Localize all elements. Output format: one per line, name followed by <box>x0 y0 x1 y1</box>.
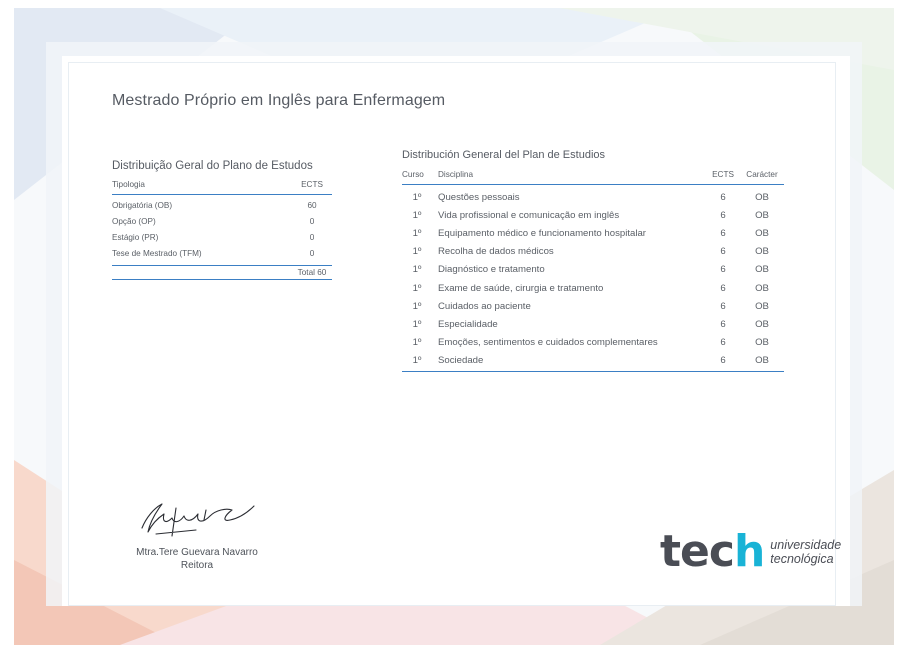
row-disciplina: Questões pessoais <box>438 191 520 203</box>
row-disciplina: Sociedade <box>438 355 484 367</box>
header-ects: ECTS <box>712 170 734 179</box>
row-ects: 6 <box>720 264 726 276</box>
table-row: 1º Equipamento médico e funcionamento hos… <box>402 224 784 242</box>
row-ects: 6 <box>720 227 726 239</box>
row-disciplina: Cuidados ao paciente <box>438 300 531 312</box>
logo-wordmark: tech <box>660 530 765 574</box>
summary-table-title: Distribuição Geral do Plano de Estudos <box>112 160 313 172</box>
row-ects: 6 <box>720 355 726 367</box>
table-row: Tese de Mestrado (TFM) 0 <box>112 245 332 261</box>
row-caracter: OB <box>755 227 769 239</box>
row-ects: 6 <box>720 318 726 330</box>
signer-role: Reitora <box>180 560 214 571</box>
header-tipologia: Tipologia <box>112 180 145 189</box>
summary-total: Total 60 <box>112 265 332 280</box>
table-row: 1º Diagnóstico e tratamento 6 OB <box>402 261 784 279</box>
signer-name: Mtra.Tere Guevara Navarro <box>136 547 258 558</box>
subjects-table: Curso Disciplina ECTS Carácter 1º Questõe… <box>402 170 784 372</box>
row-curso: 1º <box>412 300 422 312</box>
row-caracter: OB <box>755 282 769 294</box>
row-type: Obrigatória (OB) <box>112 200 173 210</box>
row-disciplina: Recolha de dados médicos <box>438 246 554 258</box>
row-disciplina: Exame de saúde, cirurgia e tratamento <box>438 282 604 294</box>
signer-block: Mtra.Tere Guevara Navarro Reitora <box>112 546 282 572</box>
logo-tag-line1: universidade <box>770 538 842 552</box>
row-ects: 60 <box>307 200 317 210</box>
row-ects: 6 <box>720 209 726 221</box>
row-type: Tese de Mestrado (TFM) <box>112 248 202 258</box>
logo-word-h: h <box>733 526 765 577</box>
row-ects: 6 <box>720 246 726 258</box>
row-caracter: OB <box>755 355 769 367</box>
logo-tag-line2: tecnológica <box>770 552 834 566</box>
table-row: 1º Vida profissional e comunicação em ing… <box>402 206 784 224</box>
summary-table-header: Tipologia ECTS <box>112 180 332 195</box>
row-disciplina: Emoções, sentimentos e cuidados compleme… <box>438 337 658 349</box>
row-curso: 1º <box>412 337 422 349</box>
table-row: 1º Questões pessoais 6 OB <box>402 188 784 206</box>
row-caracter: OB <box>755 337 769 349</box>
table-row: 1º Exame de saúde, cirurgia e tratamento 6… <box>402 279 784 297</box>
row-curso: 1º <box>412 209 422 221</box>
row-ects: 6 <box>720 337 726 349</box>
row-curso: 1º <box>412 282 422 294</box>
total-value: Total 60 <box>297 268 327 277</box>
row-caracter: OB <box>755 300 769 312</box>
row-disciplina: Vida profissional e comunicação em inglê… <box>438 209 620 221</box>
row-disciplina: Diagnóstico e tratamento <box>438 264 545 276</box>
table-row: 1º Sociedade 6 OB <box>402 352 784 370</box>
row-disciplina: Especialidade <box>438 318 498 330</box>
table-row: Estágio (PR) 0 <box>112 229 332 245</box>
row-ects: 0 <box>309 248 315 258</box>
row-ects: 0 <box>309 216 315 226</box>
row-curso: 1º <box>412 264 422 276</box>
row-caracter: OB <box>755 246 769 258</box>
row-ects: 6 <box>720 300 726 312</box>
row-curso: 1º <box>412 355 422 367</box>
table-row: Obrigatória (OB) 60 <box>112 197 332 213</box>
row-caracter: OB <box>755 318 769 330</box>
subjects-table-header: Curso Disciplina ECTS Carácter <box>402 170 784 185</box>
page-title: Mestrado Próprio em Inglês para Enfermag… <box>112 92 446 109</box>
row-caracter: OB <box>755 191 769 203</box>
row-ects: 6 <box>720 191 726 203</box>
signature-image <box>141 503 255 537</box>
table-row: 1º Especialidade 6 OB <box>402 315 784 333</box>
row-type: Opção (OP) <box>112 216 156 226</box>
row-disciplina: Equipamento médico e funcionamento hospi… <box>438 227 646 239</box>
row-type: Estágio (PR) <box>112 232 159 242</box>
row-curso: 1º <box>412 246 422 258</box>
row-caracter: OB <box>755 264 769 276</box>
table-row: 1º Cuidados ao paciente 6 OB <box>402 297 784 315</box>
row-ects: 0 <box>309 232 315 242</box>
row-curso: 1º <box>412 227 422 239</box>
row-ects: 6 <box>720 282 726 294</box>
summary-table: Tipologia ECTS Obrigatória (OB) 60 Opção… <box>112 180 332 280</box>
subjects-table-title: Distribución General del Plan de Estudio… <box>402 149 606 161</box>
row-caracter: OB <box>755 209 769 221</box>
row-curso: 1º <box>412 318 422 330</box>
header-disciplina: Disciplina <box>438 170 474 179</box>
logo-tagline: universidade tecnológica <box>770 538 841 566</box>
table-row: 1º Recolha de dados médicos 6 OB <box>402 243 784 261</box>
tech-logo: tech universidade tecnológica <box>660 530 841 574</box>
logo-word-main: tec <box>660 526 735 577</box>
header-caracter: Carácter <box>746 170 778 179</box>
table-row: 1º Emoções, sentimentos e cuidados comple… <box>402 334 784 352</box>
table-row: Opção (OP) 0 <box>112 213 332 229</box>
header-curso: Curso <box>402 170 424 179</box>
row-curso: 1º <box>412 191 422 203</box>
header-ects: ECTS <box>301 180 323 189</box>
